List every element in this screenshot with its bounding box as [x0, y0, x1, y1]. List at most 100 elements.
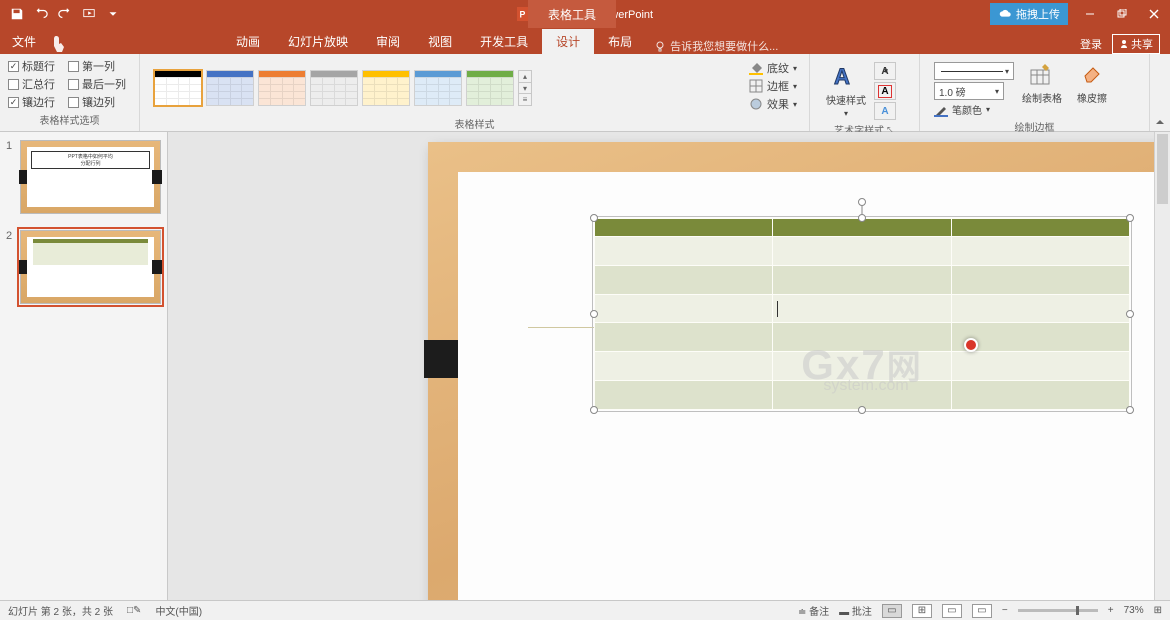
slide-canvas[interactable]: Gx7网 system.com	[168, 132, 1170, 600]
tab-layout[interactable]: 布局	[594, 29, 646, 54]
shading-button[interactable]: 底纹▾	[749, 60, 797, 76]
pen-color-button[interactable]: 笔颜色▾	[934, 102, 1014, 117]
share-button[interactable]: 共享	[1112, 34, 1160, 54]
normal-view-button[interactable]: ▭	[882, 604, 902, 618]
close-button[interactable]	[1138, 0, 1170, 28]
resize-handle-e[interactable]	[1126, 310, 1134, 318]
effects-button[interactable]: 效果▾	[749, 96, 797, 112]
text-outline-button[interactable]: A	[874, 82, 896, 100]
tab-animation[interactable]: 动画	[222, 29, 274, 54]
slide-thumbnail-1[interactable]: 1 PPT表格中如何平均分配行列	[0, 132, 167, 222]
table-style-thumb-6[interactable]	[466, 70, 514, 106]
chk-total-row[interactable]: 汇总行	[8, 76, 60, 92]
pen-weight-select[interactable]: 1.0 磅▾	[934, 82, 1004, 100]
resize-handle-se[interactable]	[1126, 406, 1134, 414]
chk-banded-row[interactable]: 镶边行	[8, 94, 60, 110]
chevron-up-icon	[1155, 117, 1165, 127]
chk-last-col[interactable]: 最后一列	[68, 76, 131, 92]
resize-handle-n[interactable]	[858, 214, 866, 222]
slide-decor-left	[424, 340, 458, 378]
vertical-scrollbar[interactable]	[1154, 132, 1170, 600]
redo-button[interactable]	[54, 3, 76, 25]
gallery-more-button[interactable]: ▴▾≡	[518, 70, 532, 106]
quick-styles-button[interactable]: A 快速样式▾	[824, 62, 868, 120]
undo-button[interactable]	[30, 3, 52, 25]
active-cell[interactable]	[773, 294, 951, 323]
slide: Gx7网 system.com	[428, 142, 1170, 600]
workspace: 1 PPT表格中如何平均分配行列 2	[0, 132, 1170, 600]
rotate-handle[interactable]	[858, 198, 866, 206]
chk-header-row[interactable]: 标题行	[8, 58, 60, 74]
qat-customize-button[interactable]	[102, 3, 124, 25]
resize-handle-s[interactable]	[858, 406, 866, 414]
reading-view-button[interactable]: ▭	[942, 604, 962, 618]
zoom-in-button[interactable]: +	[1108, 605, 1114, 616]
eraser-button[interactable]: 橡皮擦	[1070, 62, 1114, 105]
text-fill-button[interactable]: A▾	[874, 62, 896, 80]
zoom-level[interactable]: 73%	[1124, 605, 1144, 616]
group-table-style-options: 标题行 第一列 汇总行 最后一列 镶边行 镶边列 表格样式选项	[0, 54, 140, 131]
table-style-thumb-0[interactable]	[154, 70, 202, 106]
table-style-thumb-2[interactable]	[258, 70, 306, 106]
login-link[interactable]: 登录	[1080, 36, 1102, 52]
tab-slideshow[interactable]: 幻灯片放映	[274, 29, 362, 54]
draw-table-button[interactable]: 绘制表格	[1020, 62, 1064, 105]
bucket-icon	[749, 61, 763, 75]
save-button[interactable]	[6, 3, 28, 25]
status-bar: 幻灯片 第 2 张，共 2 张 □✎ 中文(中国) ≐ 备注 ▬ 批注 ▭ ⊞ …	[0, 600, 1170, 620]
notes-button[interactable]: ≐ 备注	[798, 603, 829, 618]
slide-count: 幻灯片 第 2 张，共 2 张	[8, 603, 113, 618]
spellcheck-icon[interactable]: □✎	[127, 605, 141, 616]
fit-to-window-button[interactable]: ⊞	[1154, 605, 1162, 616]
title-bar: P 演示文稿1 - PowerPoint 表格工具 拖拽上传	[0, 0, 1170, 28]
slide-thumbnails-panel: 1 PPT表格中如何平均分配行列 2	[0, 132, 168, 600]
text-effects-button[interactable]: A	[874, 102, 896, 120]
comments-button[interactable]: ▬ 批注	[839, 603, 872, 618]
annotation-marker	[964, 338, 978, 352]
eraser-icon	[1079, 62, 1105, 88]
tab-developer[interactable]: 开发工具	[466, 29, 542, 54]
zoom-out-button[interactable]: −	[1002, 605, 1008, 616]
borders-button[interactable]: 边框▾	[749, 78, 797, 94]
table-style-thumb-5[interactable]	[414, 70, 462, 106]
effects-icon	[749, 97, 763, 111]
table-object[interactable]: Gx7网 system.com	[594, 218, 1130, 410]
table-style-thumb-1[interactable]	[206, 70, 254, 106]
table-style-thumb-3[interactable]	[310, 70, 358, 106]
slideshow-view-button[interactable]: ▭	[972, 604, 992, 618]
language-status[interactable]: 中文(中国)	[155, 603, 202, 618]
lightbulb-icon	[654, 40, 666, 52]
tab-review[interactable]: 审阅	[362, 29, 414, 54]
tell-me-search[interactable]: 告诉我您想要做什么...	[654, 38, 778, 54]
cloud-upload-button[interactable]: 拖拽上传	[990, 3, 1068, 25]
group-label: 表格样式选项	[8, 110, 131, 131]
svg-text:P: P	[520, 10, 526, 20]
tab-design[interactable]: 设计	[542, 29, 594, 54]
minimize-button[interactable]	[1074, 0, 1106, 28]
resize-handle-w[interactable]	[590, 310, 598, 318]
svg-text:A: A	[834, 64, 850, 89]
chk-first-col[interactable]: 第一列	[68, 58, 131, 74]
resize-handle-nw[interactable]	[590, 214, 598, 222]
share-icon	[1119, 39, 1129, 49]
sorter-view-button[interactable]: ⊞	[912, 604, 932, 618]
resize-handle-sw[interactable]	[590, 406, 598, 414]
pen-style-select[interactable]: ▾	[934, 62, 1014, 80]
contextual-tool-tab: 表格工具	[528, 0, 616, 28]
restore-button[interactable]	[1106, 0, 1138, 28]
chk-banded-col[interactable]: 镶边列	[68, 94, 131, 110]
resize-handle-ne[interactable]	[1126, 214, 1134, 222]
cloud-icon	[998, 7, 1012, 21]
start-slideshow-button[interactable]	[78, 3, 100, 25]
table-style-thumb-4[interactable]	[362, 70, 410, 106]
collapse-ribbon-button[interactable]	[1150, 54, 1170, 131]
table-styles-gallery[interactable]: ▴▾≡	[148, 58, 745, 114]
slide-thumbnail-2[interactable]: 2	[0, 222, 167, 312]
zoom-slider[interactable]	[1018, 609, 1098, 612]
wordart-icon: A	[832, 62, 860, 90]
ribbon: 标题行 第一列 汇总行 最后一列 镶边行 镶边列 表格样式选项 ▴▾≡ 底纹▾ …	[0, 54, 1170, 132]
group-wordart-styles: A 快速样式▾ A▾ A A 艺术字样式 ⤡	[810, 54, 920, 131]
group-table-styles: ▴▾≡ 底纹▾ 边框▾ 效果▾ 表格样式	[140, 54, 810, 131]
file-tab[interactable]: 文件	[0, 29, 48, 54]
tab-view[interactable]: 视图	[414, 29, 466, 54]
